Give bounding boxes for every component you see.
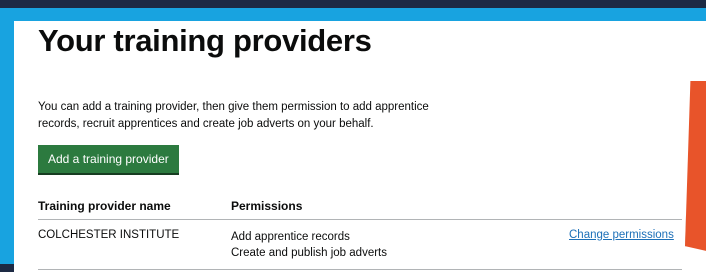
permission-item: Add apprentice records — [231, 231, 350, 243]
provider-name: COLCHESTER INSTITUTE — [38, 229, 180, 241]
change-permissions-link[interactable]: Change permissions — [569, 229, 674, 241]
add-training-provider-button[interactable]: Add a training provider — [38, 145, 179, 173]
table-header: Training provider name Permissions — [38, 197, 682, 220]
intro-line-1: You can add a training provider, then gi… — [38, 101, 429, 113]
main-content: Your training providers You can add a tr… — [14, 21, 706, 272]
intro-line-2: records, recruit apprentices and create … — [38, 118, 374, 130]
page-title: Your training providers — [38, 23, 372, 58]
highlight-arrow — [685, 81, 706, 253]
browser-frame: Your training providers You can add a tr… — [0, 8, 706, 272]
column-header-provider-name: Training provider name — [38, 199, 171, 213]
permissions-list: Add apprentice records Create and publis… — [231, 229, 387, 261]
column-header-permissions: Permissions — [231, 199, 303, 213]
table-row: COLCHESTER INSTITUTE Add apprentice reco… — [38, 221, 682, 270]
permission-item: Create and publish job adverts — [231, 247, 387, 259]
intro-text: You can add a training provider, then gi… — [38, 99, 478, 133]
